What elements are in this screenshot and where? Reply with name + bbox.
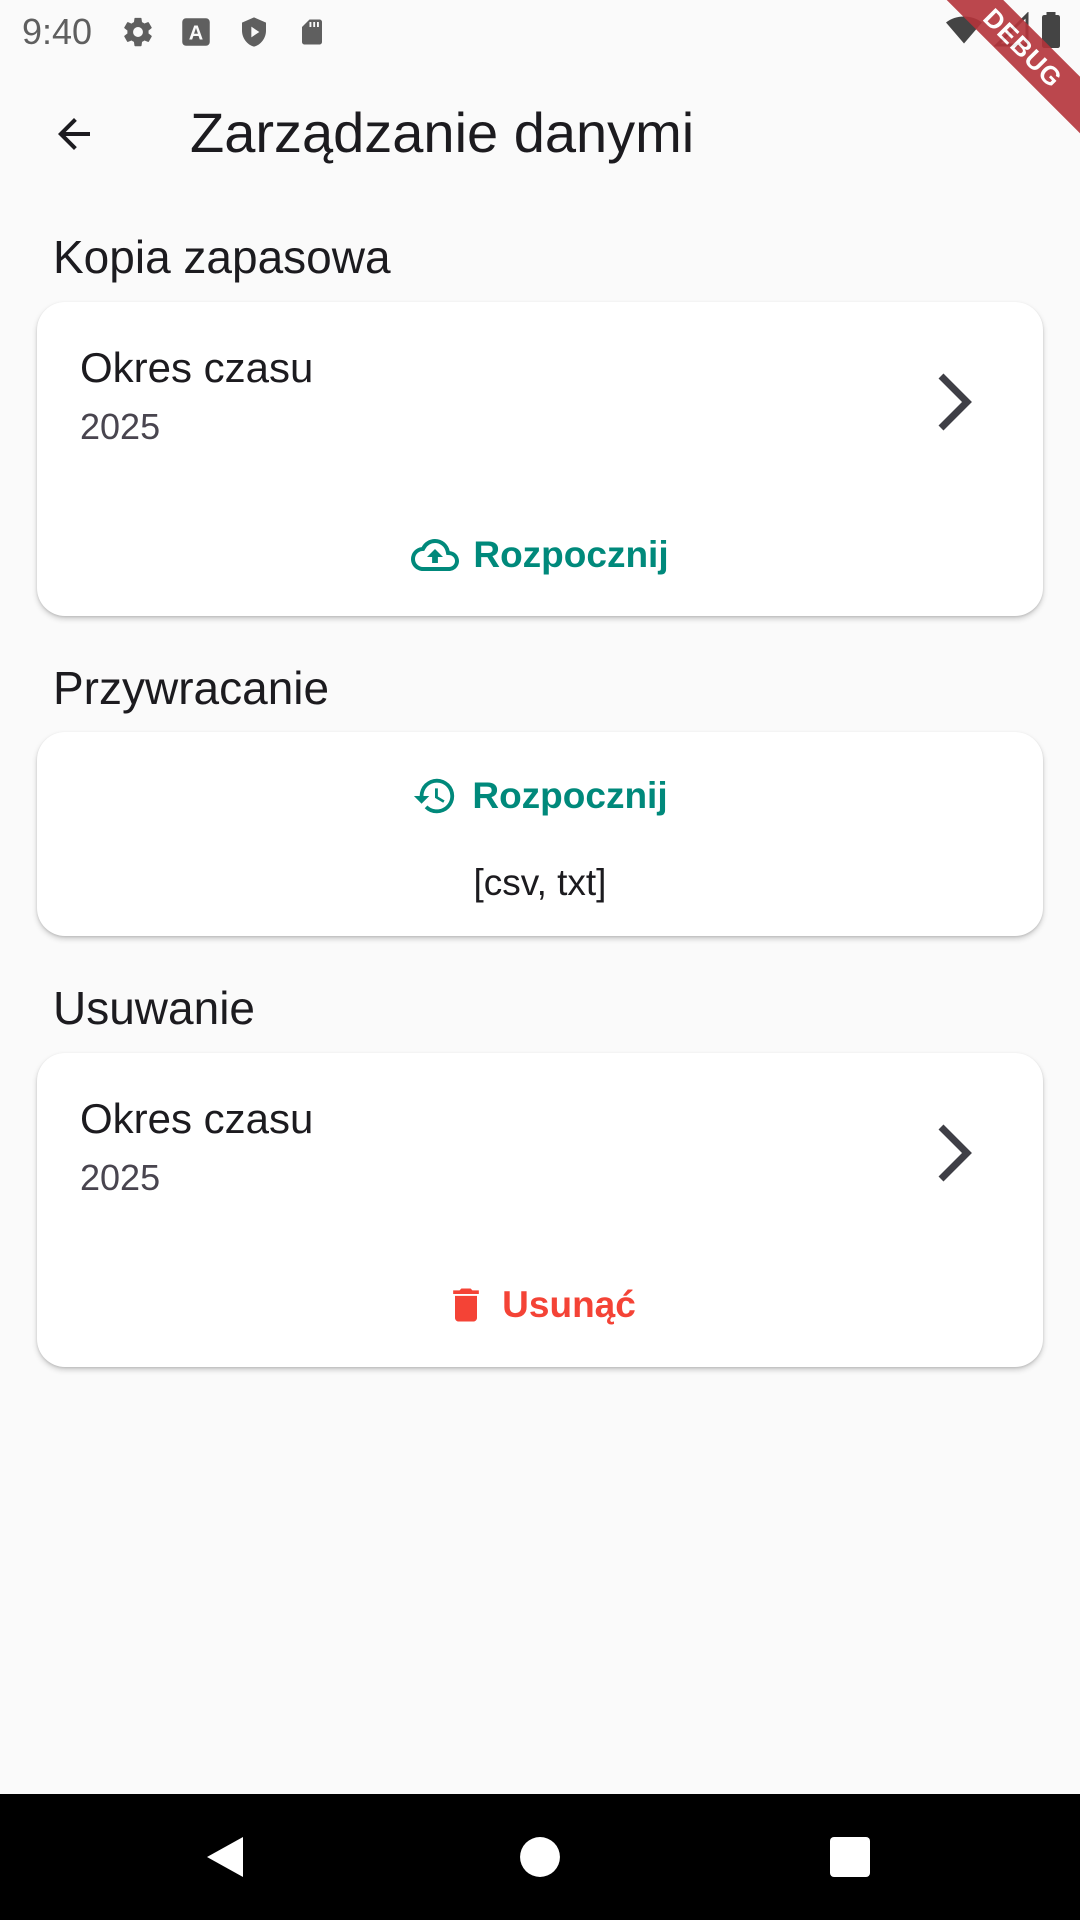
delete-label: Usunąć [502, 1284, 636, 1325]
back-triangle-icon [207, 1837, 243, 1877]
backup-period-value: 2025 [80, 406, 161, 447]
nav-home-button[interactable] [480, 1794, 600, 1920]
restore-formats: [csv, txt] [473, 862, 607, 903]
delete-button[interactable]: Usunąć [37, 1265, 1043, 1345]
delete-card: Okres czasu 2025 Usunąć [37, 1053, 1043, 1367]
chevron-right-icon[interactable] [933, 372, 973, 432]
cloud-upload-icon [411, 539, 460, 571]
restore-card: Rozpocznij [csv, txt] [37, 732, 1043, 936]
nav-recents-button[interactable] [790, 1794, 910, 1920]
arrow-back-icon [58, 118, 90, 150]
delete-period-value: 2025 [80, 1157, 161, 1198]
trash-icon [453, 1288, 480, 1322]
nav-back-button[interactable] [165, 1794, 285, 1920]
restore-start-label: Rozpocznij [472, 775, 668, 816]
app-bar: Zarządzanie danymi [0, 64, 1080, 204]
svg-text:A: A [189, 23, 203, 45]
delete-period-label: Okres czasu [80, 1095, 314, 1142]
section-title-restore: Przywracanie [53, 662, 330, 714]
status-time: 9:40 [22, 11, 93, 52]
gear-icon [120, 14, 156, 50]
text-a-icon: A [178, 14, 214, 50]
chevron-right-icon[interactable] [933, 1123, 973, 1183]
backup-start-label: Rozpocznij [473, 534, 669, 575]
backup-start-button[interactable]: Rozpocznij [37, 515, 1043, 595]
page-title: Zarządzanie danymi [190, 101, 695, 164]
shield-play-icon [236, 14, 272, 50]
sd-card-icon [294, 14, 330, 50]
home-circle-icon [520, 1837, 560, 1877]
restore-start-button[interactable]: Rozpocznij [37, 756, 1043, 836]
system-nav-bar [0, 1794, 1080, 1920]
back-button[interactable] [44, 108, 104, 160]
status-bar: 9:40 A [0, 0, 1080, 64]
history-icon [414, 778, 455, 814]
recents-square-icon [830, 1837, 870, 1877]
backup-card: Okres czasu 2025 Rozpocznij [37, 302, 1043, 616]
section-title-backup: Kopia zapasowa [53, 231, 391, 283]
section-title-delete: Usuwanie [53, 982, 255, 1034]
backup-period-label: Okres czasu [80, 344, 314, 391]
